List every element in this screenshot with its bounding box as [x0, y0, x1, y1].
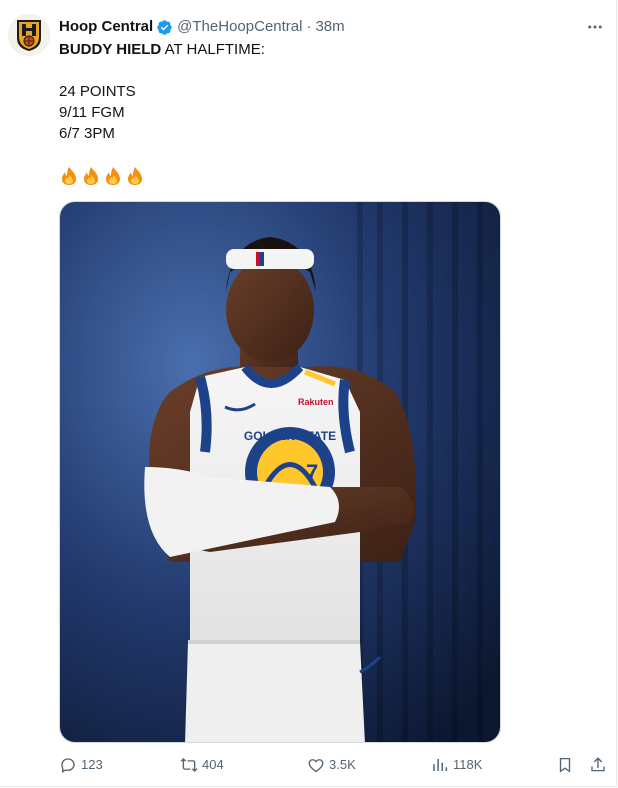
jersey-text: GOLDEN STATE — [244, 429, 336, 443]
verified-badge-icon — [156, 19, 173, 36]
share-button[interactable] — [589, 756, 607, 774]
author-handle[interactable]: @TheHoopCentral — [177, 17, 302, 37]
reply-button[interactable]: 123 — [59, 756, 103, 774]
fire-emoji-icon — [84, 167, 98, 185]
bookmark-icon — [559, 757, 571, 773]
fire-emoji-icon — [128, 167, 142, 185]
stat-line: 24 POINTS — [59, 83, 136, 100]
repost-icon — [180, 758, 198, 772]
fire-emoji-icon — [106, 167, 120, 185]
repost-button[interactable]: 404 — [180, 756, 224, 774]
more-icon[interactable] — [584, 16, 606, 38]
player-name: BUDDY HIELD — [59, 41, 162, 58]
jersey-sponsor: Rakuten — [298, 397, 334, 407]
tweet-text: BUDDY HIELD AT HALFTIME: 24 POINTS 9/11 … — [59, 40, 599, 145]
repost-count: 404 — [202, 757, 224, 772]
like-icon — [308, 759, 324, 773]
tweet-photo[interactable]: GOLDEN STATE 7 Rakuten — [59, 201, 501, 743]
player-photo-illustration: GOLDEN STATE 7 Rakuten — [60, 202, 500, 742]
headline-rest: AT HALFTIME: — [161, 41, 265, 58]
hoop-central-logo-icon — [17, 20, 41, 51]
tweet-actions: 123 404 3.5K 118K — [59, 752, 611, 782]
separator-dot: · — [306, 18, 312, 35]
like-count: 3.5K — [329, 757, 356, 772]
tweet-header: Hoop Central @TheHoopCentral · 38m — [59, 17, 345, 37]
emoji-row — [59, 166, 145, 186]
tweet-card[interactable]: Hoop Central @TheHoopCentral · 38m BUDDY… — [0, 0, 617, 787]
author-name[interactable]: Hoop Central — [59, 17, 153, 37]
reply-count: 123 — [81, 757, 103, 772]
bookmark-button[interactable] — [556, 756, 574, 774]
jersey-number: 7 — [306, 460, 318, 485]
headline-line: BUDDY HIELD AT HALFTIME: — [59, 40, 599, 61]
views-button[interactable]: 118K — [431, 756, 482, 774]
view-count: 118K — [453, 757, 483, 772]
reply-icon — [61, 758, 75, 774]
stat-line: 9/11 FGM — [59, 104, 125, 121]
share-icon — [591, 757, 605, 772]
like-button[interactable]: 3.5K — [307, 756, 356, 774]
timestamp[interactable]: 38m — [315, 17, 344, 37]
views-icon — [433, 759, 448, 771]
fire-emoji-icon — [62, 167, 76, 185]
avatar[interactable] — [8, 14, 50, 56]
stat-line: 6/7 3PM — [59, 125, 115, 142]
